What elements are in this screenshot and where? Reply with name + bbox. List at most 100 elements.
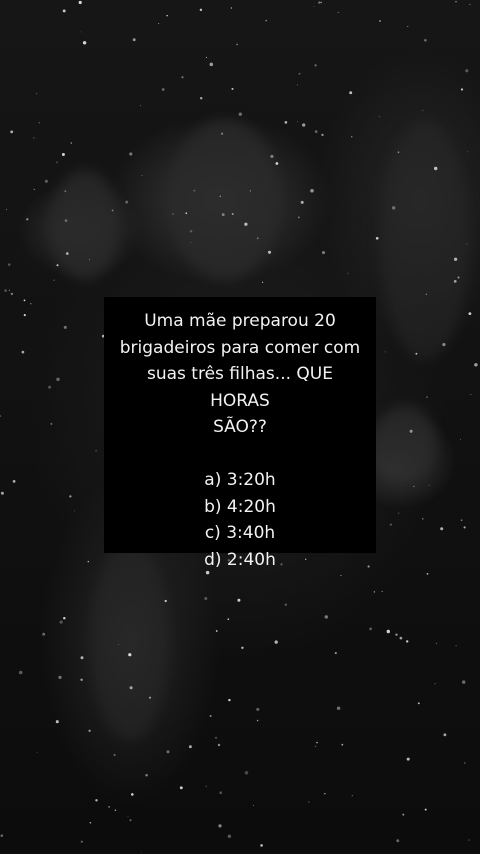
snowflake — [70, 142, 73, 144]
snowflake — [398, 512, 400, 514]
snowflake — [321, 251, 326, 255]
snowflake — [395, 633, 398, 636]
snowflake — [179, 786, 183, 790]
snowflake — [261, 281, 264, 283]
snowflake — [218, 824, 222, 828]
snowflake — [23, 299, 26, 302]
snowflake — [256, 707, 260, 711]
snowflake — [460, 438, 462, 440]
snowflake — [321, 133, 324, 137]
snowflake — [275, 162, 279, 165]
snowflake — [55, 720, 59, 724]
snowflake — [428, 484, 430, 486]
snowflake — [113, 753, 116, 757]
snowflake — [381, 590, 383, 592]
snowflake — [349, 91, 353, 95]
figure-shape — [375, 405, 435, 475]
snowflake — [140, 105, 142, 107]
snowflake — [199, 96, 203, 100]
snowflake — [80, 656, 84, 660]
snowflake — [314, 130, 318, 133]
option-c: c) 3:40h — [204, 523, 276, 543]
snowflake — [82, 41, 87, 45]
snowflake — [313, 6, 315, 8]
snowflake — [0, 834, 4, 837]
question-line: suas três filhas... QUE HORAS — [147, 364, 333, 411]
snowflake — [114, 809, 117, 811]
snowflake — [406, 757, 410, 761]
snowflake — [108, 806, 110, 808]
snowflake — [56, 264, 59, 267]
snowflake — [351, 795, 353, 797]
snowflake — [314, 745, 317, 748]
snowflake — [320, 1, 322, 4]
snowflake — [424, 38, 427, 42]
snowflake — [199, 8, 203, 12]
snowflake — [33, 137, 35, 139]
snowflake — [35, 92, 38, 95]
question-text: Uma mãe preparou 20 brigadeiros para com… — [115, 308, 365, 441]
question-line: SÃO?? — [213, 417, 267, 437]
snowflake — [378, 19, 382, 23]
snowflake — [455, 0, 457, 3]
snowflake — [324, 615, 328, 619]
snowflake — [241, 646, 244, 650]
snowflake — [129, 152, 133, 156]
snowflake — [188, 745, 192, 749]
snowflake — [386, 629, 390, 634]
snowflake — [80, 678, 83, 681]
snowflake — [63, 325, 67, 329]
snowflake — [63, 616, 66, 620]
snowflake — [8, 289, 10, 291]
snowflake — [463, 762, 466, 764]
snowflake — [10, 130, 14, 134]
snowflake — [296, 121, 298, 123]
snowflake — [308, 801, 310, 803]
snowflake — [470, 394, 472, 395]
snowflake — [129, 819, 132, 822]
snowflake — [161, 88, 165, 91]
snowflake — [347, 272, 349, 274]
snowflake — [87, 560, 90, 563]
snowflake — [375, 236, 379, 240]
snowflake — [284, 603, 288, 606]
snowflake — [274, 640, 278, 644]
snowflake — [89, 822, 92, 824]
figure-shape — [380, 120, 470, 360]
snowflake — [21, 350, 25, 354]
snowflake — [166, 14, 168, 17]
snowflake — [209, 62, 214, 67]
snowflake — [310, 189, 314, 193]
snowflake — [56, 377, 60, 382]
snowflake — [422, 518, 424, 520]
snowflake — [341, 743, 344, 746]
snowflake — [78, 0, 82, 5]
snowflake — [228, 698, 231, 702]
snowflake — [205, 56, 207, 58]
snowflake — [219, 791, 223, 795]
snowflake — [244, 770, 249, 775]
snowflake — [468, 839, 470, 841]
snowflake — [302, 123, 306, 127]
snowflake — [468, 312, 472, 316]
snowflake — [217, 743, 221, 747]
snowflake — [300, 200, 304, 204]
snowflake — [297, 216, 300, 219]
snowflake — [469, 3, 471, 5]
snowflake — [407, 26, 409, 28]
snowflake — [399, 636, 403, 640]
snowflake — [440, 527, 444, 531]
snowflake — [145, 773, 148, 777]
snowflake — [227, 834, 232, 838]
snowflake — [18, 670, 23, 675]
snowflake — [298, 72, 301, 75]
snowflake — [44, 179, 48, 183]
snowflake — [158, 23, 160, 24]
snowflake — [422, 109, 424, 111]
snowflake — [166, 750, 170, 754]
snowflake — [4, 289, 7, 292]
snowflake — [267, 250, 272, 254]
snowflake — [10, 292, 14, 296]
figure-shape — [170, 120, 280, 280]
snowflake — [334, 652, 337, 655]
